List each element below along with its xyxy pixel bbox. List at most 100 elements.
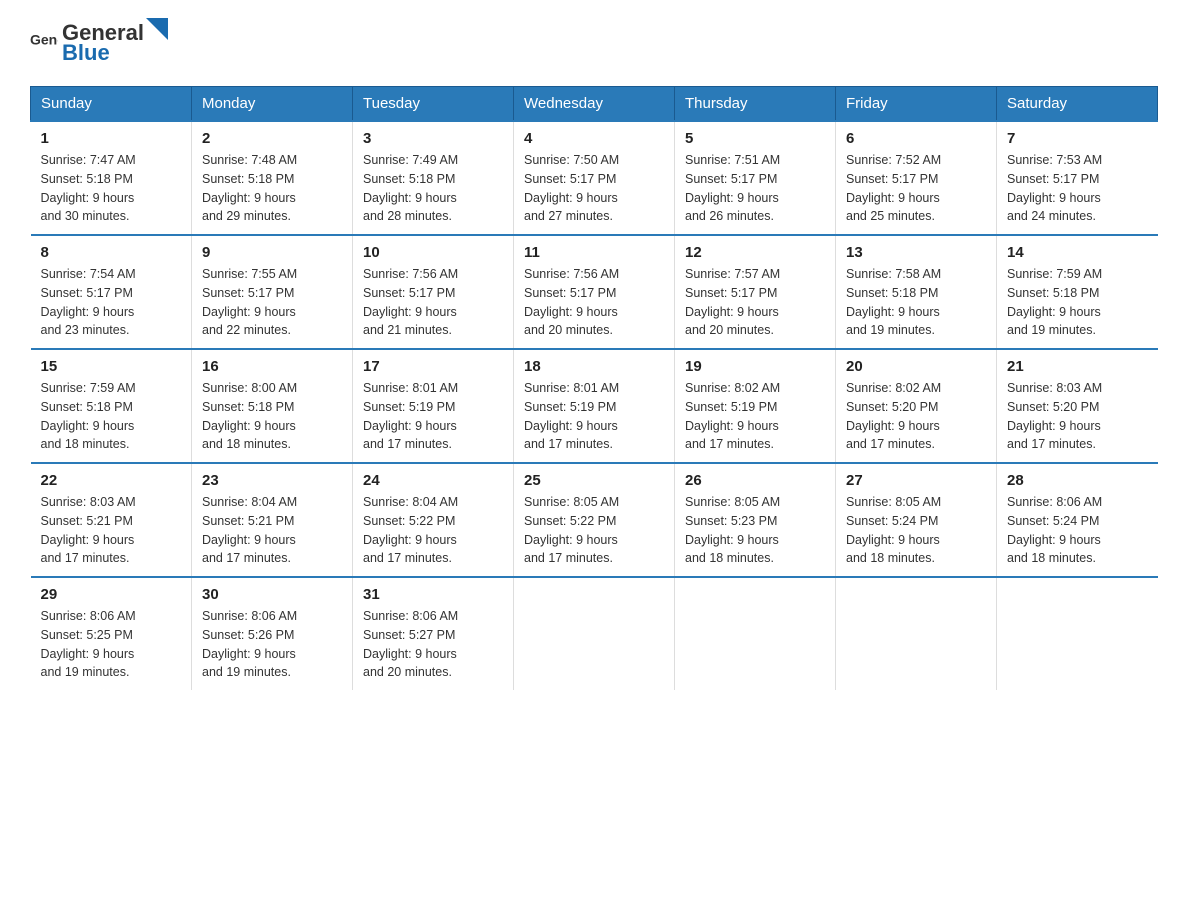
day-info: Sunrise: 7:54 AM Sunset: 5:17 PM Dayligh…	[41, 265, 182, 340]
day-info: Sunrise: 7:53 AM Sunset: 5:17 PM Dayligh…	[1007, 151, 1148, 226]
day-number: 24	[363, 472, 503, 489]
day-cell: 3 Sunrise: 7:49 AM Sunset: 5:18 PM Daylig…	[353, 121, 514, 235]
day-cell: 17Sunrise: 8:01 AM Sunset: 5:19 PM Dayli…	[353, 349, 514, 463]
day-cell: 15 Sunrise: 7:59 AM Sunset: 5:18 PM Dayli…	[31, 349, 192, 463]
day-number: 10	[363, 244, 503, 261]
calendar-header: SundayMondayTuesdayWednesdayThursdayFrid…	[31, 87, 1158, 122]
day-number: 13	[846, 244, 986, 261]
day-number: 2	[202, 130, 342, 147]
day-number: 3	[363, 130, 503, 147]
day-cell: 7 Sunrise: 7:53 AM Sunset: 5:17 PM Daylig…	[997, 121, 1158, 235]
day-cell: 9 Sunrise: 7:55 AM Sunset: 5:17 PM Daylig…	[192, 235, 353, 349]
header-friday: Friday	[836, 87, 997, 122]
day-info: Sunrise: 7:59 AM Sunset: 5:18 PM Dayligh…	[1007, 265, 1148, 340]
day-cell: 1 Sunrise: 7:47 AM Sunset: 5:18 PM Daylig…	[31, 121, 192, 235]
day-cell: 4 Sunrise: 7:50 AM Sunset: 5:17 PM Daylig…	[514, 121, 675, 235]
day-info: Sunrise: 7:50 AM Sunset: 5:17 PM Dayligh…	[524, 151, 664, 226]
svg-text:General: General	[30, 31, 58, 47]
day-info: Sunrise: 8:01 AM Sunset: 5:19 PM Dayligh…	[524, 379, 664, 454]
header-thursday: Thursday	[675, 87, 836, 122]
day-cell: 28 Sunrise: 8:06 AM Sunset: 5:24 PM Dayli…	[997, 463, 1158, 577]
day-number: 27	[846, 472, 986, 489]
day-number: 23	[202, 472, 342, 489]
week-row-2: 8 Sunrise: 7:54 AM Sunset: 5:17 PM Daylig…	[31, 235, 1158, 349]
header-saturday: Saturday	[997, 87, 1158, 122]
day-cell	[675, 577, 836, 690]
day-cell: 16 Sunrise: 8:00 AM Sunset: 5:18 PM Dayli…	[192, 349, 353, 463]
day-info: Sunrise: 8:02 AM Sunset: 5:19 PM Dayligh…	[685, 379, 825, 454]
day-info: Sunrise: 8:05 AM Sunset: 5:22 PM Dayligh…	[524, 493, 664, 568]
day-number: 20	[846, 358, 986, 375]
day-info: Sunrise: 7:51 AM Sunset: 5:17 PM Dayligh…	[685, 151, 825, 226]
day-cell: 8 Sunrise: 7:54 AM Sunset: 5:17 PM Daylig…	[31, 235, 192, 349]
header-tuesday: Tuesday	[353, 87, 514, 122]
day-number: 25	[524, 472, 664, 489]
day-cell: 5 Sunrise: 7:51 AM Sunset: 5:17 PM Daylig…	[675, 121, 836, 235]
day-cell: 11 Sunrise: 7:56 AM Sunset: 5:17 PM Dayli…	[514, 235, 675, 349]
day-number: 31	[363, 586, 503, 603]
week-row-1: 1 Sunrise: 7:47 AM Sunset: 5:18 PM Daylig…	[31, 121, 1158, 235]
day-info: Sunrise: 8:04 AM Sunset: 5:22 PM Dayligh…	[363, 493, 503, 568]
day-number: 14	[1007, 244, 1148, 261]
day-info: Sunrise: 7:59 AM Sunset: 5:18 PM Dayligh…	[41, 379, 182, 454]
day-info: Sunrise: 7:55 AM Sunset: 5:17 PM Dayligh…	[202, 265, 342, 340]
day-number: 18	[524, 358, 664, 375]
day-cell: 14 Sunrise: 7:59 AM Sunset: 5:18 PM Dayli…	[997, 235, 1158, 349]
logo-triangle-icon	[146, 18, 168, 40]
day-number: 8	[41, 244, 182, 261]
day-info: Sunrise: 7:56 AM Sunset: 5:17 PM Dayligh…	[524, 265, 664, 340]
day-cell: 26Sunrise: 8:05 AM Sunset: 5:23 PM Dayli…	[675, 463, 836, 577]
day-cell: 24 Sunrise: 8:04 AM Sunset: 5:22 PM Dayli…	[353, 463, 514, 577]
day-cell: 20 Sunrise: 8:02 AM Sunset: 5:20 PM Dayli…	[836, 349, 997, 463]
calendar-body: 1 Sunrise: 7:47 AM Sunset: 5:18 PM Daylig…	[31, 121, 1158, 690]
day-cell: 29 Sunrise: 8:06 AM Sunset: 5:25 PM Dayli…	[31, 577, 192, 690]
day-number: 22	[41, 472, 182, 489]
day-cell: 22 Sunrise: 8:03 AM Sunset: 5:21 PM Dayli…	[31, 463, 192, 577]
day-cell: 10Sunrise: 7:56 AM Sunset: 5:17 PM Dayli…	[353, 235, 514, 349]
day-number: 16	[202, 358, 342, 375]
day-number: 19	[685, 358, 825, 375]
day-number: 21	[1007, 358, 1148, 375]
day-number: 15	[41, 358, 182, 375]
day-info: Sunrise: 8:01 AM Sunset: 5:19 PM Dayligh…	[363, 379, 503, 454]
day-info: Sunrise: 8:03 AM Sunset: 5:20 PM Dayligh…	[1007, 379, 1148, 454]
logo: General General Blue	[30, 20, 168, 66]
day-number: 9	[202, 244, 342, 261]
day-number: 29	[41, 586, 182, 603]
day-cell: 13Sunrise: 7:58 AM Sunset: 5:18 PM Dayli…	[836, 235, 997, 349]
week-row-5: 29 Sunrise: 8:06 AM Sunset: 5:25 PM Dayli…	[31, 577, 1158, 690]
day-info: Sunrise: 8:02 AM Sunset: 5:20 PM Dayligh…	[846, 379, 986, 454]
day-cell: 23 Sunrise: 8:04 AM Sunset: 5:21 PM Dayli…	[192, 463, 353, 577]
page-header: General General Blue	[30, 20, 1158, 66]
day-info: Sunrise: 8:06 AM Sunset: 5:25 PM Dayligh…	[41, 607, 182, 682]
header-row: SundayMondayTuesdayWednesdayThursdayFrid…	[31, 87, 1158, 122]
day-cell: 18 Sunrise: 8:01 AM Sunset: 5:19 PM Dayli…	[514, 349, 675, 463]
day-info: Sunrise: 8:03 AM Sunset: 5:21 PM Dayligh…	[41, 493, 182, 568]
day-cell	[997, 577, 1158, 690]
day-number: 26	[685, 472, 825, 489]
day-number: 11	[524, 244, 664, 261]
day-cell: 21 Sunrise: 8:03 AM Sunset: 5:20 PM Dayli…	[997, 349, 1158, 463]
day-number: 5	[685, 130, 825, 147]
day-info: Sunrise: 7:52 AM Sunset: 5:17 PM Dayligh…	[846, 151, 986, 226]
day-number: 28	[1007, 472, 1148, 489]
day-info: Sunrise: 7:57 AM Sunset: 5:17 PM Dayligh…	[685, 265, 825, 340]
day-number: 1	[41, 130, 182, 147]
day-info: Sunrise: 8:06 AM Sunset: 5:24 PM Dayligh…	[1007, 493, 1148, 568]
day-number: 6	[846, 130, 986, 147]
day-info: Sunrise: 8:06 AM Sunset: 5:26 PM Dayligh…	[202, 607, 342, 682]
day-info: Sunrise: 8:00 AM Sunset: 5:18 PM Dayligh…	[202, 379, 342, 454]
day-info: Sunrise: 7:47 AM Sunset: 5:18 PM Dayligh…	[41, 151, 182, 226]
day-cell: 19 Sunrise: 8:02 AM Sunset: 5:19 PM Dayli…	[675, 349, 836, 463]
day-info: Sunrise: 8:06 AM Sunset: 5:27 PM Dayligh…	[363, 607, 503, 682]
day-info: Sunrise: 7:49 AM Sunset: 5:18 PM Dayligh…	[363, 151, 503, 226]
logo-icon: General	[30, 29, 58, 57]
day-number: 4	[524, 130, 664, 147]
header-monday: Monday	[192, 87, 353, 122]
day-number: 7	[1007, 130, 1148, 147]
day-cell	[836, 577, 997, 690]
day-cell: 30Sunrise: 8:06 AM Sunset: 5:26 PM Dayli…	[192, 577, 353, 690]
day-cell: 6 Sunrise: 7:52 AM Sunset: 5:17 PM Daylig…	[836, 121, 997, 235]
day-info: Sunrise: 8:04 AM Sunset: 5:21 PM Dayligh…	[202, 493, 342, 568]
week-row-3: 15 Sunrise: 7:59 AM Sunset: 5:18 PM Dayli…	[31, 349, 1158, 463]
